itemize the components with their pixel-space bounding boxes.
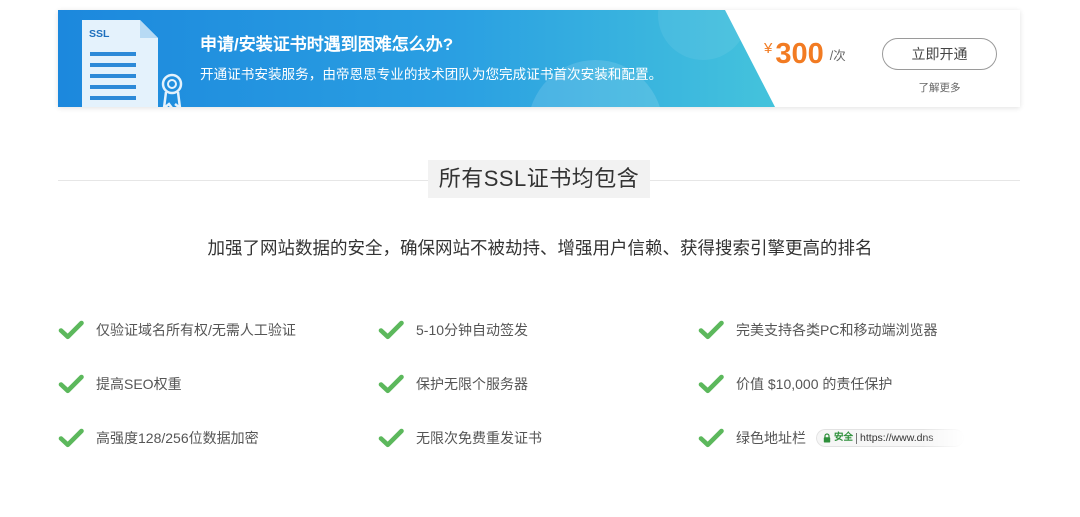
feature-text: 提高SEO权重	[96, 376, 182, 392]
ssl-icon-label: SSL	[89, 28, 110, 40]
features-grid: 仅验证域名所有权/无需人工验证 5-10分钟自动签发 完美支持各类PC和移动端浏…	[58, 303, 1020, 465]
feature-text: 5-10分钟自动签发	[416, 322, 529, 338]
check-icon	[698, 374, 724, 394]
price-amount: 300	[775, 38, 824, 70]
banner-title: 申请/安装证书时遇到困难怎么办?	[200, 35, 454, 54]
badge-separator	[856, 432, 858, 444]
price-unit: /次	[829, 49, 846, 63]
feature-item: 价值 $10,000 的责任保护	[698, 357, 1020, 411]
install-service-banner: SSL 申请/安装证书时遇到困难怎么办? 开通证书安装服务，由帝恩思专业的技术团…	[58, 10, 1020, 107]
feature-text: 仅验证域名所有权/无需人工验证	[96, 322, 296, 338]
feature-item: 绿色地址栏 安全 https://www.dns	[698, 411, 1020, 465]
ssl-certificate-document-icon: SSL	[82, 20, 183, 107]
feature-item: 完美支持各类PC和移动端浏览器	[698, 303, 1020, 357]
feature-text: 绿色地址栏	[736, 430, 806, 446]
check-icon	[698, 428, 724, 448]
feature-text: 无限次免费重发证书	[416, 430, 542, 446]
check-icon	[698, 320, 724, 340]
feature-item: 无限次免费重发证书	[378, 411, 698, 465]
check-icon	[58, 428, 84, 448]
section-title: 所有SSL证书均包含	[428, 160, 650, 198]
feature-item: 高强度128/256位数据加密	[58, 411, 378, 465]
secure-label: 安全	[834, 432, 854, 443]
activate-now-button[interactable]: 立即开通	[882, 38, 997, 70]
decorative-bubble	[658, 10, 748, 60]
feature-text: 完美支持各类PC和移动端浏览器	[736, 322, 938, 338]
feature-text: 保护无限个服务器	[416, 376, 528, 392]
check-icon	[58, 320, 84, 340]
feature-item: 提高SEO权重	[58, 357, 378, 411]
feature-item: 仅验证域名所有权/无需人工验证	[58, 303, 378, 357]
green-address-bar-badge: 安全 https://www.dns	[816, 429, 964, 447]
section-description: 加强了网站数据的安全，确保网站不被劫持、增强用户信赖、获得搜索引擎更高的排名	[207, 238, 873, 258]
price-currency: ¥	[764, 40, 773, 57]
check-icon	[378, 428, 404, 448]
service-price: ¥ 300 /次	[764, 37, 846, 71]
feature-item: 5-10分钟自动签发	[378, 303, 698, 357]
check-icon	[58, 374, 84, 394]
learn-more-link[interactable]: 了解更多	[882, 81, 997, 95]
banner-subtitle: 开通证书安装服务，由帝恩思专业的技术团队为您完成证书首次安装和配置。	[200, 67, 663, 82]
lock-icon	[823, 433, 831, 443]
feature-text: 价值 $10,000 的责任保护	[736, 376, 893, 392]
check-icon	[378, 374, 404, 394]
check-icon	[378, 320, 404, 340]
address-url: https://www.dns	[860, 432, 934, 444]
feature-item: 保护无限个服务器	[378, 357, 698, 411]
feature-text: 高强度128/256位数据加密	[96, 430, 259, 446]
